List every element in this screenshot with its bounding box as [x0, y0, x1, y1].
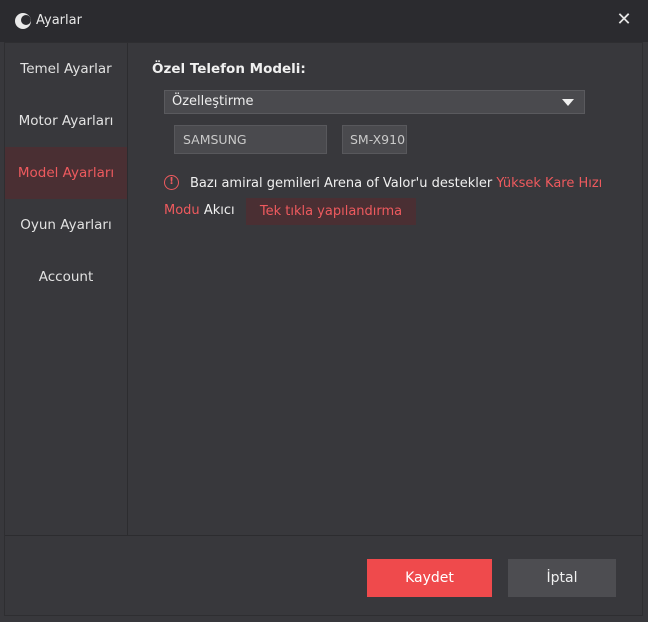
settings-dialog: Ayarlar ✕ Temel Ayarlar Motor Ayarları M… [0, 0, 648, 622]
title-bar: Ayarlar ✕ [0, 0, 648, 42]
save-button[interactable]: Kaydet [367, 559, 492, 597]
notice-highlight-mode: Modu [164, 203, 200, 218]
model-field[interactable]: SM-X910 [342, 125, 407, 154]
dialog-body: Temel Ayarlar Motor Ayarları Model Ayarl… [4, 42, 643, 616]
sidebar-item-engine[interactable]: Motor Ayarları [5, 95, 127, 147]
notice-highlight: Yüksek Kare Hızı [496, 176, 603, 191]
app-logo-icon [15, 13, 31, 29]
notice-text-line: Bazı amiral gemileri Arena of Valor'u de… [190, 176, 602, 191]
sidebar-item-basic[interactable]: Temel Ayarlar [5, 43, 127, 95]
sidebar-item-model[interactable]: Model Ayarları [5, 147, 127, 199]
brand-field[interactable]: SAMSUNG [174, 125, 327, 154]
sidebar: Temel Ayarlar Motor Ayarları Model Ayarl… [5, 43, 128, 535]
model-settings-panel: Özel Telefon Modeli: Özelleştirme SAMSUN… [128, 43, 642, 535]
notice-suffix: Akıcı [203, 203, 235, 218]
warning-icon: ! [164, 175, 179, 190]
notice-text: Bazı amiral gemileri Arena of Valor'u de… [190, 176, 493, 191]
sidebar-item-account[interactable]: Account [5, 251, 127, 303]
sidebar-item-game[interactable]: Oyun Ayarları [5, 199, 127, 251]
dropdown-value: Özelleştirme [172, 94, 254, 109]
window-title: Ayarlar [36, 13, 82, 28]
close-icon[interactable]: ✕ [614, 10, 634, 30]
footer-divider [5, 535, 642, 536]
notice-line-2: Modu Akıcı [164, 203, 235, 218]
chevron-down-icon [562, 99, 574, 106]
section-title: Özel Telefon Modeli: [152, 61, 306, 77]
one-click-config-button[interactable]: Tek tıkla yapılandırma [246, 198, 416, 225]
phone-model-dropdown[interactable]: Özelleştirme [164, 90, 585, 114]
cancel-button[interactable]: İptal [508, 559, 616, 597]
